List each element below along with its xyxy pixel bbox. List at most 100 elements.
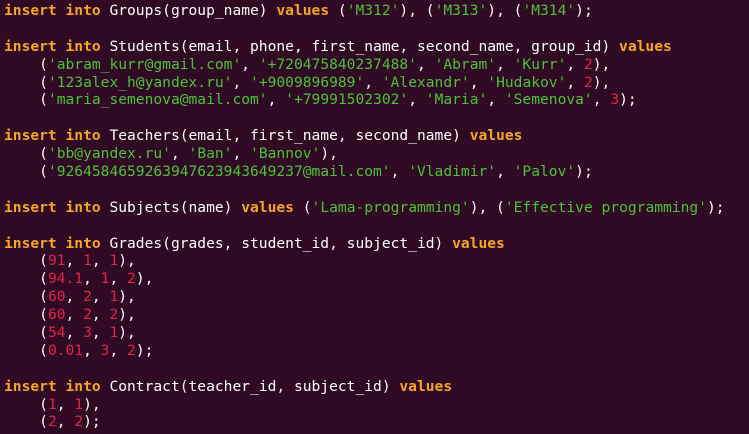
number-literal: 3	[83, 324, 92, 342]
number-literal: 2	[127, 270, 136, 288]
plain-text: Groups(group_name)	[100, 2, 277, 19]
plain-text: ,	[496, 163, 514, 181]
plain-text: ,	[170, 145, 189, 163]
plain-text: (	[4, 413, 48, 431]
number-literal: 1	[109, 288, 119, 306]
number-literal: 1	[74, 395, 84, 413]
plain-text: ,	[65, 288, 84, 306]
number-literal: 91	[47, 252, 66, 270]
code-line: (60, 2, 1),	[4, 288, 749, 306]
plain-text: ,	[469, 73, 488, 91]
plain-text: (	[4, 145, 48, 163]
string-literal: 'Alexandr'	[381, 73, 470, 91]
code-line: insert into Students(email, phone, first…	[4, 38, 749, 56]
number-literal: 60	[47, 288, 66, 306]
plain-text: (	[4, 306, 48, 324]
code-line: (1, 1),	[4, 396, 749, 414]
string-literal: 'M312'	[346, 2, 400, 19]
number-literal: 60	[47, 306, 66, 324]
plain-text: );	[619, 91, 637, 109]
plain-text: ,	[566, 55, 584, 73]
number-literal: 2	[83, 288, 92, 306]
sql-keyword: insert into	[4, 127, 101, 145]
plain-text: Grades(grades, student_id, subject_id)	[100, 234, 453, 252]
number-literal: 1	[47, 395, 57, 413]
number-literal: 2	[583, 73, 593, 91]
string-literal: 'Semenova'	[504, 91, 593, 109]
code-line: insert into Grades(grades, student_id, s…	[4, 235, 749, 253]
plain-text: ,	[109, 270, 128, 288]
plain-text: ),	[83, 395, 101, 413]
plain-text: Teachers(email, first_name, second_name)	[100, 127, 470, 145]
plain-text: ,	[65, 306, 84, 324]
plain-text: (	[4, 73, 48, 91]
string-literal: '+9009896989'	[250, 73, 365, 91]
number-literal: 1	[109, 252, 119, 270]
string-literal: 'Bannov'	[250, 145, 321, 163]
plain-text: ),	[592, 55, 611, 73]
string-literal: 'M314'	[522, 2, 576, 19]
plain-text: (	[4, 324, 48, 342]
plain-text: (	[4, 395, 48, 413]
plain-text: ),	[118, 252, 136, 270]
string-literal: 'Maria'	[425, 91, 488, 109]
plain-text: ,	[390, 163, 409, 181]
plain-text: ),	[118, 288, 136, 306]
plain-text: ,	[408, 91, 426, 109]
string-literal: 'Abram'	[434, 55, 497, 73]
number-literal: 2	[583, 55, 593, 73]
plain-text: ,	[56, 413, 75, 431]
terminal-window[interactable]: insert into Groups(group_name) values ('…	[0, 0, 749, 434]
plain-text: ,	[566, 73, 584, 91]
string-literal: 'Effective programming'	[504, 198, 707, 216]
plain-text: ,	[364, 73, 382, 91]
plain-text: ,	[232, 73, 251, 91]
plain-text: (	[4, 252, 48, 270]
number-literal: 2	[47, 413, 57, 431]
string-literal: 'maria_semenova@mail.com'	[47, 91, 268, 109]
number-literal: 2	[83, 306, 92, 324]
string-literal: '123alex_h@yandex.ru'	[47, 73, 233, 91]
plain-text: ,	[83, 270, 101, 288]
code-line: ('abram_kurr@gmail.com', '+7204758402374…	[4, 56, 749, 74]
plain-text: ,	[91, 252, 110, 270]
plain-text: ),	[135, 270, 154, 288]
code-line: insert into Subjects(name) values ('Lama…	[4, 199, 749, 217]
plain-text: ), (	[399, 2, 435, 19]
string-literal: '+79991502302'	[285, 91, 409, 109]
number-literal: 94.1	[47, 270, 84, 288]
plain-text: ,	[83, 341, 101, 359]
plain-text: );	[575, 163, 593, 181]
plain-text: ,	[496, 55, 514, 73]
code-line: (2, 2);	[4, 413, 749, 431]
code-line: (94.1, 1, 2),	[4, 270, 749, 288]
code-line: (60, 2, 2),	[4, 306, 749, 324]
number-literal: 1	[109, 324, 119, 342]
plain-text: ,	[267, 91, 286, 109]
plain-text: ,	[91, 288, 110, 306]
number-literal: 2	[74, 413, 84, 431]
plain-text: ,	[592, 91, 611, 109]
sql-keyword: values	[469, 127, 523, 145]
number-literal: 2	[127, 341, 136, 359]
number-literal: 0.01	[47, 341, 84, 359]
code-line: ('maria_semenova@mail.com', '+7999150230…	[4, 91, 749, 109]
plain-text: ,	[56, 395, 75, 413]
plain-text: ),	[592, 73, 611, 91]
sql-keyword: insert into	[4, 2, 101, 19]
code-line: insert into Groups(group_name) values ('…	[4, 2, 749, 20]
plain-text: ,	[91, 324, 110, 342]
sql-keyword: insert into	[4, 377, 101, 395]
code-line: (54, 3, 1),	[4, 324, 749, 342]
code-line: insert into Contract(teacher_id, subject…	[4, 378, 749, 396]
plain-text: (	[293, 198, 312, 216]
code-line: ('123alex_h@yandex.ru', '+9009896989', '…	[4, 74, 749, 92]
plain-text: ,	[109, 341, 128, 359]
code-line: ('9264584659263947623943649237@mail.com'…	[4, 163, 749, 181]
code-line: insert into Teachers(email, first_name, …	[4, 127, 749, 145]
string-literal: 'Ban'	[188, 145, 233, 163]
plain-text: ), (	[487, 2, 523, 19]
